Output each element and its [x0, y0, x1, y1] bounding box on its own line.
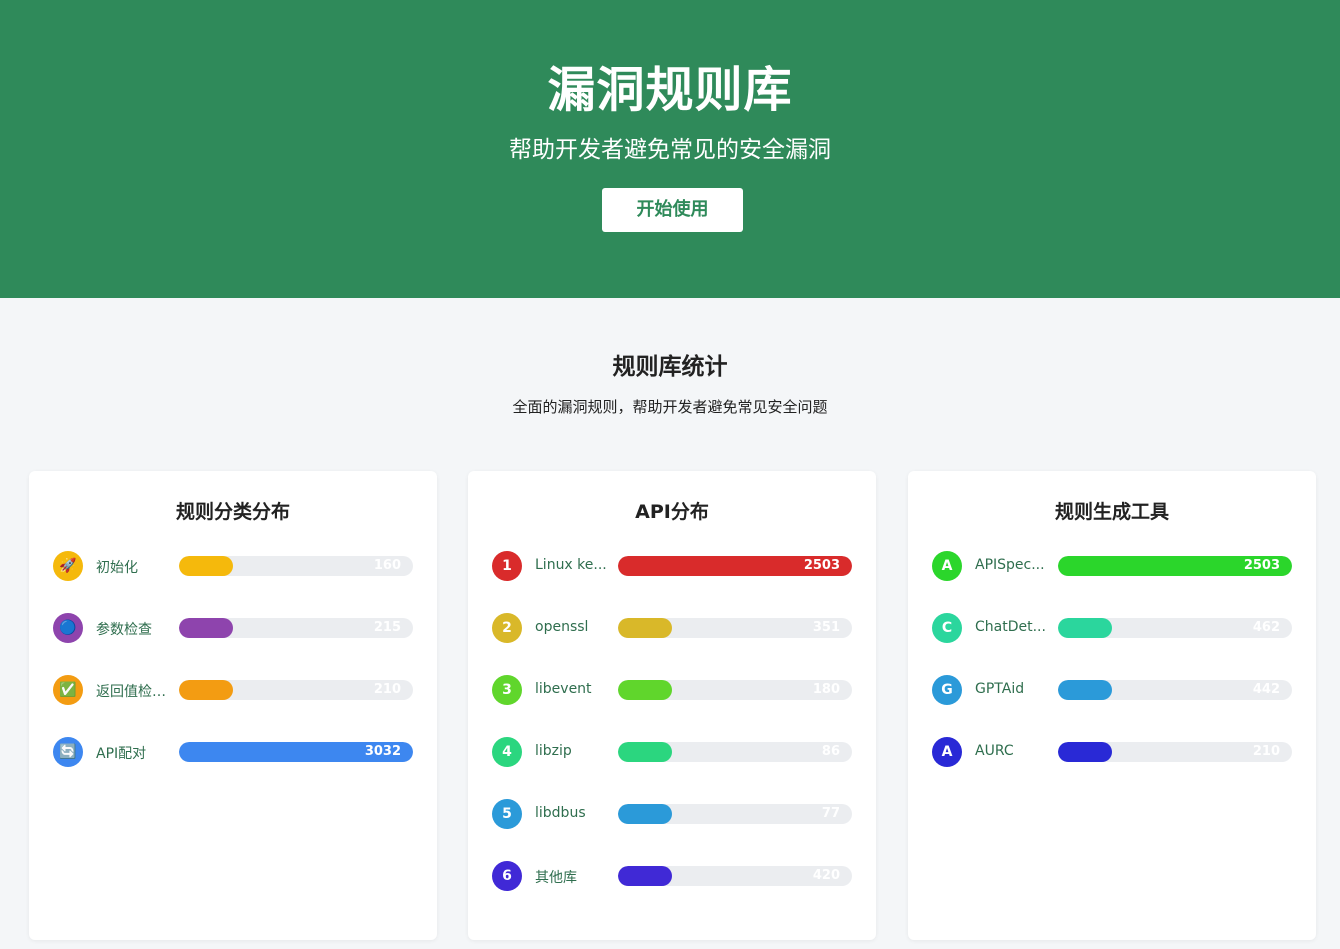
progress-fill	[1058, 680, 1112, 700]
progress-track: 77	[618, 804, 852, 824]
progress-track: 462	[1058, 618, 1292, 638]
progress-fill	[618, 618, 672, 638]
progress-track: 3032	[179, 742, 413, 762]
rank-4-icon: 4	[492, 737, 522, 767]
progress-fill	[179, 618, 233, 638]
progress-track: 180	[618, 680, 852, 700]
list-item: A APISpec... 2503	[932, 551, 1292, 613]
item-label: openssl	[535, 619, 589, 635]
item-count: 420	[812, 868, 840, 883]
stats-title: 规则库统计	[612, 354, 728, 380]
progress-track: 420	[618, 866, 852, 886]
list-item: G GPTAid 442	[932, 675, 1292, 737]
item-label: API配对	[96, 746, 147, 762]
hero-title: 漏洞规则库	[547, 62, 793, 118]
item-label: 返回值检…	[96, 684, 166, 700]
rocket-icon: 🚀	[53, 551, 83, 581]
blue-dot-icon: 🔵	[53, 613, 83, 643]
item-label: libevent	[535, 681, 592, 697]
item-label: libdbus	[535, 805, 586, 821]
progress-fill	[618, 866, 672, 886]
rank-5-icon: 5	[492, 799, 522, 829]
card-rows: 🚀 初始化 160 🔵 参数检查 215 ✅ 返回值检… 210 🔄 API配对 3032	[53, 551, 413, 799]
item-label: APISpec...	[975, 557, 1045, 573]
item-count: 86	[821, 744, 840, 759]
progress-fill	[1058, 742, 1112, 762]
list-item: C ChatDet... 462	[932, 613, 1292, 675]
refresh-icon: 🔄	[53, 737, 83, 767]
rank-2-icon: 2	[492, 613, 522, 643]
progress-fill	[618, 804, 672, 824]
letter-a-icon: A	[932, 737, 962, 767]
list-item: 2 openssl 351	[492, 613, 852, 675]
item-count: 351	[812, 620, 840, 635]
card-rows: A APISpec... 2503 C ChatDet... 462 G GPTAid 442 A…	[932, 551, 1292, 799]
rule-tools-card: 规则生成工具 A APISpec... 2503 C ChatDet... 462 G GPT…	[908, 471, 1316, 940]
card-title: 规则分类分布	[175, 501, 290, 523]
progress-track: 215	[179, 618, 413, 638]
card-title: API分布	[635, 501, 709, 523]
item-count: 210	[1252, 744, 1280, 759]
progress-track: 351	[618, 618, 852, 638]
item-count: 3032	[364, 744, 401, 759]
rank-6-icon: 6	[492, 861, 522, 891]
item-count: 215	[373, 620, 401, 635]
item-label: ChatDet...	[975, 619, 1046, 635]
hero-banner: 漏洞规则库 帮助开发者避免常见的安全漏洞 开始使用	[0, 0, 1340, 298]
item-count: 2503	[1243, 558, 1280, 573]
item-count: 442	[1252, 682, 1280, 697]
card-title: 规则生成工具	[1054, 501, 1169, 523]
letter-c-icon: C	[932, 613, 962, 643]
item-count: 77	[821, 806, 840, 821]
progress-fill	[179, 680, 233, 700]
list-item: 4 libzip 86	[492, 737, 852, 799]
progress-fill	[1058, 618, 1112, 638]
rank-1-icon: 1	[492, 551, 522, 581]
item-label: 初始化	[96, 560, 138, 576]
stats-description: 全面的漏洞规则，帮助开发者避免常见安全问题	[512, 398, 828, 416]
checkmark-icon: ✅	[53, 675, 83, 705]
list-item: 🔵 参数检查 215	[53, 613, 413, 675]
progress-track: 160	[179, 556, 413, 576]
item-label: Linux ke...	[535, 557, 607, 573]
list-item: 6 其他库 420	[492, 861, 852, 923]
item-count: 160	[373, 558, 401, 573]
progress-track: 210	[1058, 742, 1292, 762]
item-label: libzip	[535, 743, 572, 759]
item-count: 2503	[803, 558, 840, 573]
item-label: 参数检查	[96, 622, 152, 638]
list-item: ✅ 返回值检… 210	[53, 675, 413, 737]
api-distribution-card: API分布 1 Linux ke... 2503 2 openssl 351 3 libeve…	[468, 471, 876, 940]
hero-subtitle: 帮助开发者避免常见的安全漏洞	[509, 137, 831, 163]
progress-fill	[618, 742, 672, 762]
list-item: 🔄 API配对 3032	[53, 737, 413, 799]
list-item: 5 libdbus 77	[492, 799, 852, 861]
rank-3-icon: 3	[492, 675, 522, 705]
item-label: GPTAid	[975, 681, 1025, 697]
list-item: A AURC 210	[932, 737, 1292, 799]
item-count: 180	[812, 682, 840, 697]
item-count: 210	[373, 682, 401, 697]
progress-track: 2503	[1058, 556, 1292, 576]
item-label: AURC	[975, 743, 1014, 759]
progress-track: 442	[1058, 680, 1292, 700]
list-item: 🚀 初始化 160	[53, 551, 413, 613]
letter-a-icon: A	[932, 551, 962, 581]
list-item: 3 libevent 180	[492, 675, 852, 737]
progress-track: 86	[618, 742, 852, 762]
item-label: 其他库	[535, 870, 577, 886]
start-button[interactable]: 开始使用	[602, 188, 743, 232]
list-item: 1 Linux ke... 2503	[492, 551, 852, 613]
card-rows: 1 Linux ke... 2503 2 openssl 351 3 libevent 180 4…	[492, 551, 852, 923]
item-count: 462	[1252, 620, 1280, 635]
progress-track: 2503	[618, 556, 852, 576]
category-distribution-card: 规则分类分布 🚀 初始化 160 🔵 参数检查 215 ✅ 返回值检… 210 🔄 API配对 303…	[29, 471, 437, 940]
progress-fill	[618, 680, 672, 700]
progress-track: 210	[179, 680, 413, 700]
progress-fill	[179, 556, 233, 576]
letter-g-icon: G	[932, 675, 962, 705]
